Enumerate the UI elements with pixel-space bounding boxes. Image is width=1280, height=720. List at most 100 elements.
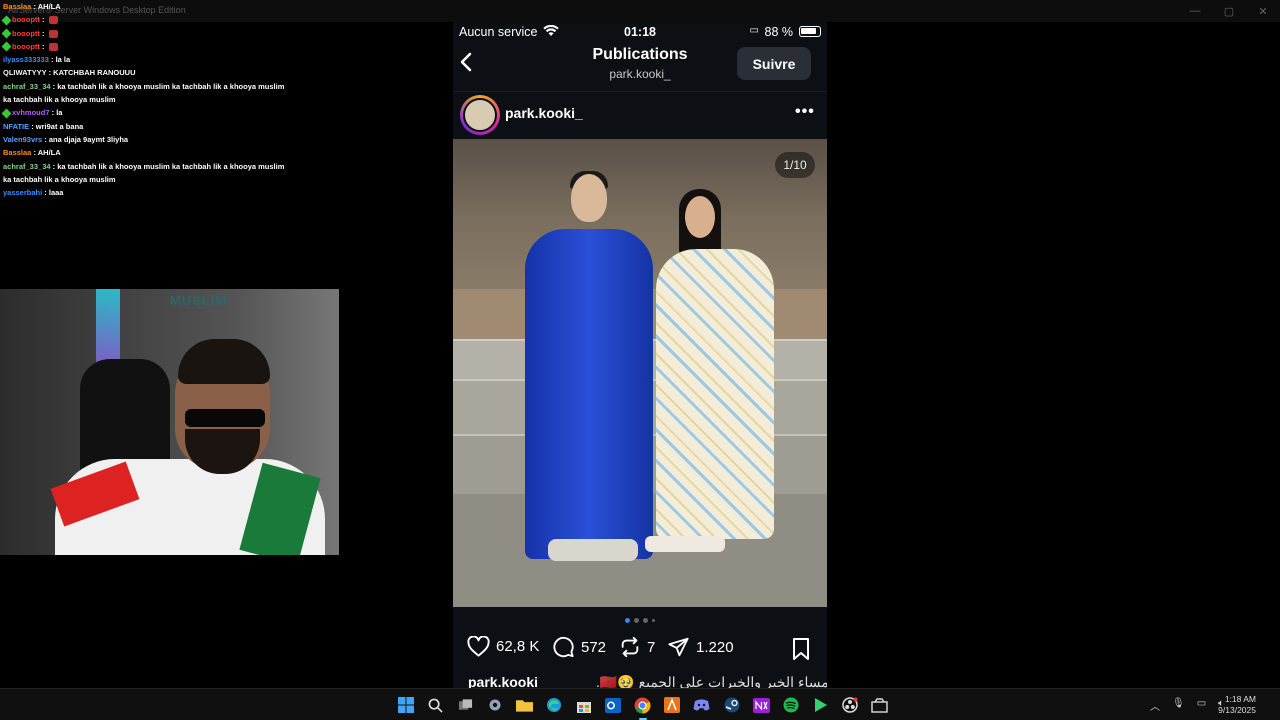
repost-icon[interactable]	[619, 636, 641, 658]
taskbar: ︿ 🎙︎ ▭ 🔈︎ 1:18 AM 9/13/2025	[0, 688, 1280, 720]
chat-emote-icon	[48, 16, 58, 25]
chat-username[interactable]: boooptt	[12, 29, 40, 38]
chat-text: KATCHBAH RANOUUU	[53, 68, 136, 78]
chevron-up-icon[interactable]: ︿	[1150, 698, 1160, 713]
caption-text: مساء الخير والخيرات على الجميع 🥹🇲🇦.	[596, 674, 827, 688]
send-icon[interactable]	[667, 636, 690, 658]
avatar[interactable]	[460, 95, 500, 135]
man-head	[571, 174, 607, 222]
chrome-icon[interactable]	[632, 694, 654, 720]
capture-icon[interactable]	[869, 694, 891, 716]
chat-message: xvhmoud7 : la	[0, 106, 285, 119]
chat-message: boooptt :	[0, 40, 285, 53]
steam-icon[interactable]	[721, 694, 743, 716]
status-bar: Aucun service 01:18 ▭ 88 %	[453, 22, 827, 42]
post-username[interactable]: park.kooki_	[505, 105, 583, 121]
discord-icon[interactable]	[691, 694, 713, 716]
chat-username[interactable]: boooptt	[12, 42, 40, 51]
phone-screen: Aucun service 01:18 ▭ 88 % Publications …	[453, 22, 827, 688]
chat-text: laaa	[48, 188, 64, 198]
chat-username[interactable]: Basslaa	[3, 2, 31, 11]
comment-icon[interactable]	[552, 636, 575, 658]
screen: AirServer® Server Windows Desktop Editio…	[0, 0, 1280, 720]
share-count: 1.220	[696, 638, 734, 656]
chat-badge-icon	[1, 41, 12, 52]
monitor-icon[interactable]: ▭	[1197, 698, 1206, 713]
chat-username[interactable]: Basslaa	[3, 148, 31, 157]
chat-message: boooptt :	[0, 13, 285, 26]
chat-message: Basslaa : AH/LA	[0, 146, 285, 159]
repost-action[interactable]: 7	[619, 636, 655, 658]
caftan-figure	[656, 249, 774, 539]
search-icon[interactable]	[425, 694, 447, 716]
chat-username[interactable]: boooptt	[12, 15, 40, 24]
microphone-icon[interactable]: 🎙︎	[1172, 698, 1185, 713]
chat-username[interactable]: QLIWATYYY	[3, 68, 46, 77]
close-button[interactable]: ✕	[1246, 0, 1280, 22]
heart-icon[interactable]	[467, 636, 490, 657]
maximize-button[interactable]: ▢	[1212, 0, 1246, 22]
blue-djellaba-figure	[525, 229, 653, 559]
windows-start-icon[interactable]	[395, 694, 417, 716]
tray-icons: ︿ 🎙︎ ▭ 🔈︎	[1150, 698, 1224, 713]
chat-separator: :	[39, 15, 47, 25]
chat-message: achraf_33_34 : ka tachbah lik a khooya m…	[0, 80, 285, 107]
woman-shoes	[645, 536, 725, 552]
webcam-feed: MUSLIM	[0, 289, 339, 555]
chat-username[interactable]: achraf_33_34	[3, 82, 51, 91]
chat-overlay: Basslaa : AH/LA boooptt : boooptt : booop…	[0, 0, 290, 199]
edge-icon[interactable]	[543, 694, 565, 716]
obs-icon[interactable]	[839, 694, 861, 716]
outlook-icon[interactable]	[602, 694, 624, 716]
chat-username[interactable]: yasserbahi	[3, 188, 42, 197]
bookmark-icon[interactable]	[790, 637, 812, 665]
minimize-button[interactable]: —	[1178, 0, 1212, 22]
woman-head	[685, 196, 715, 238]
carousel-dot-active	[625, 618, 630, 623]
adobe-icon[interactable]	[661, 694, 683, 716]
settings-gear-icon[interactable]	[484, 694, 506, 716]
image-counter: 1/10	[775, 152, 815, 178]
chat-username[interactable]: ilyass333333	[3, 55, 49, 64]
carousel-dot	[643, 618, 648, 623]
chat-separator: :	[42, 134, 49, 144]
chat-username[interactable]: Valen93vrs	[3, 135, 42, 144]
comment-action[interactable]: 572	[552, 636, 606, 658]
share-action[interactable]: 1.220	[667, 636, 734, 658]
chat-badge-icon	[1, 28, 12, 39]
chat-text: AH/LA	[37, 148, 61, 158]
carrier-text: Aucun service	[459, 25, 538, 39]
chat-separator: :	[39, 28, 47, 38]
post-photo[interactable]: 1/10	[453, 139, 827, 607]
post-caption: park.kooki مساء الخير والخيرات على الجمي…	[468, 674, 827, 688]
chat-text: la	[56, 108, 63, 118]
avatar-image	[463, 98, 497, 132]
caption-username[interactable]: park.kooki	[468, 674, 538, 688]
follow-button[interactable]: Suivre	[737, 47, 811, 80]
next-icon[interactable]	[750, 694, 772, 716]
game-launcher-icon[interactable]	[809, 694, 831, 716]
chat-message: achraf_33_34 : ka tachbah lik a khooya m…	[0, 160, 285, 187]
spotify-icon[interactable]	[780, 694, 802, 716]
more-options-icon[interactable]: •••	[795, 103, 815, 121]
clock-time: 01:18	[624, 25, 656, 39]
chat-separator: :	[39, 41, 47, 51]
task-view-icon[interactable]	[454, 694, 476, 716]
chat-message: yasserbahi : laaa	[0, 186, 285, 199]
chat-emote-icon	[48, 42, 58, 51]
store-icon[interactable]	[573, 694, 595, 716]
chat-username[interactable]: achraf_33_34	[3, 162, 51, 171]
file-explorer-icon[interactable]	[513, 694, 535, 716]
carousel-dot	[634, 618, 639, 623]
chat-username[interactable]: NFATIE	[3, 122, 29, 131]
clock-date: 9/13/2025	[1218, 705, 1256, 715]
man-shoes	[548, 539, 638, 561]
like-count: 62,8 K	[496, 638, 540, 655]
chat-message: NFATIE : wri9at a bana	[0, 120, 285, 133]
system-clock[interactable]: 1:18 AM 9/13/2025	[1218, 694, 1256, 716]
like-action[interactable]: 62,8 K	[467, 636, 539, 657]
chat-message: boooptt :	[0, 27, 285, 40]
chat-text: wri9at a bana	[35, 121, 84, 131]
chat-separator: :	[42, 188, 49, 198]
chat-username[interactable]: xvhmoud7	[12, 108, 50, 117]
